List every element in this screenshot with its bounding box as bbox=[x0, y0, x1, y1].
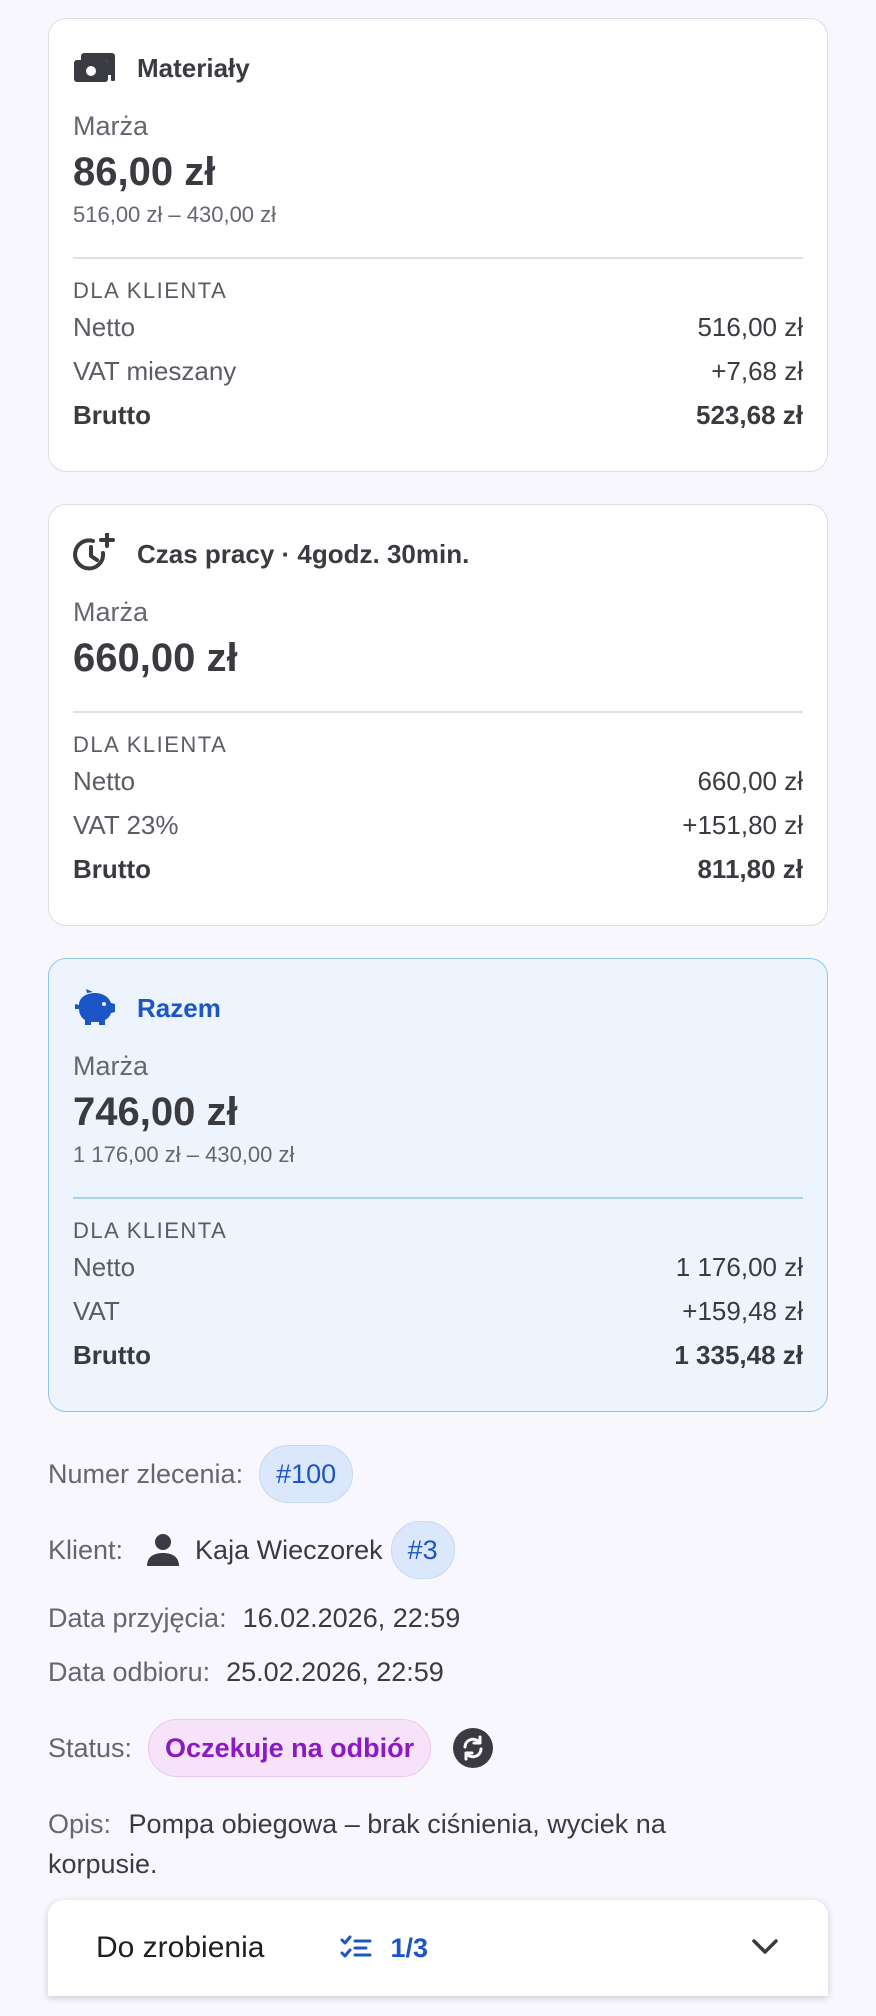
labor-netto-row: Netto 660,00 zł bbox=[73, 759, 803, 803]
banknotes-icon bbox=[73, 49, 119, 87]
labor-card: Czas pracy · 4godz. 30min. Marża 660,00 … bbox=[48, 504, 828, 926]
labor-vat-row: VAT 23% +151,80 zł bbox=[73, 803, 803, 847]
vat-label: VAT bbox=[73, 1296, 120, 1326]
order-number-row: Numer zlecenia: #100 bbox=[48, 1444, 354, 1504]
materials-brutto-row: Brutto 523,68 zł bbox=[73, 393, 803, 437]
person-icon bbox=[145, 1532, 181, 1568]
description-label: Opis: bbox=[48, 1809, 112, 1839]
materials-vat-row: VAT mieszany +7,68 zł bbox=[73, 349, 803, 393]
pickup-date-label: Data odbioru: bbox=[48, 1656, 211, 1687]
materials-card: Materiały Marża 86,00 zł 516,00 zł – 430… bbox=[48, 18, 828, 472]
vat-value: +7,68 zł bbox=[711, 356, 803, 386]
total-title: Razem bbox=[137, 992, 221, 1023]
client-id-chip[interactable]: #3 bbox=[390, 1521, 455, 1579]
vat-label: VAT mieszany bbox=[73, 356, 237, 386]
total-vat-row: VAT +159,48 zł bbox=[73, 1289, 803, 1333]
total-card: Razem Marża 746,00 zł 1 176,00 zł – 430,… bbox=[48, 958, 828, 1412]
total-section-label: DLA KLIENTA bbox=[73, 1218, 228, 1243]
labor-section-label: DLA KLIENTA bbox=[73, 732, 228, 757]
vat-value: +151,80 zł bbox=[682, 810, 803, 840]
materials-section-label: DLA KLIENTA bbox=[73, 278, 228, 303]
netto-value: 1 176,00 zł bbox=[675, 1252, 803, 1282]
total-marza-label: Marża bbox=[73, 1051, 149, 1081]
client-label: Klient: bbox=[48, 1534, 124, 1565]
netto-label: Netto bbox=[73, 766, 136, 796]
status-label: Status: bbox=[48, 1732, 133, 1763]
piggy-bank-icon bbox=[73, 989, 119, 1027]
labor-brutto-row: Brutto 811,80 zł bbox=[73, 847, 803, 891]
total-brutto-row: Brutto 1 335,48 zł bbox=[73, 1333, 803, 1377]
brutto-label: Brutto bbox=[73, 400, 151, 430]
todo-title: Do zrobienia bbox=[96, 1931, 265, 1964]
description-value: Pompa obiegowa – brak ciśnienia, wyciek … bbox=[48, 1809, 666, 1879]
clock-plus-icon bbox=[73, 533, 119, 573]
accepted-date-value: 16.02.2026, 22:59 bbox=[242, 1602, 461, 1633]
order-summary-page: Materiały Marża 86,00 zł 516,00 zł – 430… bbox=[0, 0, 876, 2016]
divider bbox=[73, 711, 803, 713]
brutto-value: 811,80 zł bbox=[697, 854, 803, 884]
description: Opis: Pompa obiegowa – brak ciśnienia, w… bbox=[48, 1804, 768, 1884]
netto-value: 516,00 zł bbox=[697, 312, 803, 342]
total-marza-value: 746,00 zł bbox=[73, 1090, 238, 1134]
labor-marza-label: Marża bbox=[73, 597, 149, 627]
change-status-icon[interactable] bbox=[453, 1728, 494, 1768]
brutto-label: Brutto bbox=[73, 854, 151, 884]
netto-label: Netto bbox=[73, 1252, 136, 1282]
materials-marza-label: Marża bbox=[73, 111, 149, 141]
client-name[interactable]: Kaja Wieczorek bbox=[195, 1535, 383, 1566]
materials-marza-value: 86,00 zł bbox=[73, 150, 216, 194]
divider bbox=[73, 257, 803, 259]
brutto-value: 523,68 zł bbox=[696, 400, 803, 430]
materials-title: Materiały bbox=[137, 52, 250, 83]
total-netto-row: Netto 1 176,00 zł bbox=[73, 1245, 803, 1289]
client-row: Klient: Kaja Wieczorek #3 bbox=[48, 1520, 455, 1580]
brutto-label: Brutto bbox=[73, 1340, 151, 1370]
order-number-label: Numer zlecenia: bbox=[48, 1458, 244, 1489]
order-number-chip[interactable]: #100 bbox=[259, 1445, 354, 1503]
materials-formula: 516,00 zł – 430,00 zł bbox=[73, 202, 277, 227]
total-formula: 1 176,00 zł – 430,00 zł bbox=[73, 1142, 295, 1167]
checklist-icon bbox=[340, 1935, 372, 1961]
pickup-date-value: 25.02.2026, 22:59 bbox=[226, 1656, 444, 1687]
labor-marza-value: 660,00 zł bbox=[73, 636, 238, 680]
pickup-date-row: Data odbioru: 25.02.2026, 22:59 bbox=[48, 1652, 444, 1692]
brutto-value: 1 335,48 zł bbox=[674, 1340, 803, 1370]
accepted-date-row: Data przyjęcia: 16.02.2026, 22:59 bbox=[48, 1598, 460, 1638]
todo-panel-header[interactable]: Do zrobienia 1/3 bbox=[48, 1900, 828, 1996]
labor-title: Czas pracy · 4godz. 30min. bbox=[137, 538, 470, 569]
netto-value: 660,00 zł bbox=[697, 766, 803, 796]
vat-label: VAT 23% bbox=[73, 810, 179, 840]
netto-label: Netto bbox=[73, 312, 136, 342]
status-row: Status: Oczekuje na odbiór bbox=[48, 1718, 494, 1778]
todo-progress-text: 1/3 bbox=[390, 1932, 428, 1963]
status-badge: Oczekuje na odbiór bbox=[148, 1719, 432, 1777]
vat-value: +159,48 zł bbox=[682, 1296, 803, 1326]
divider bbox=[73, 1197, 803, 1199]
accepted-date-label: Data przyjęcia: bbox=[48, 1602, 227, 1633]
chevron-down-icon[interactable] bbox=[750, 1936, 780, 1961]
todo-progress: 1/3 bbox=[340, 1933, 428, 1964]
materials-netto-row: Netto 516,00 zł bbox=[73, 305, 803, 349]
